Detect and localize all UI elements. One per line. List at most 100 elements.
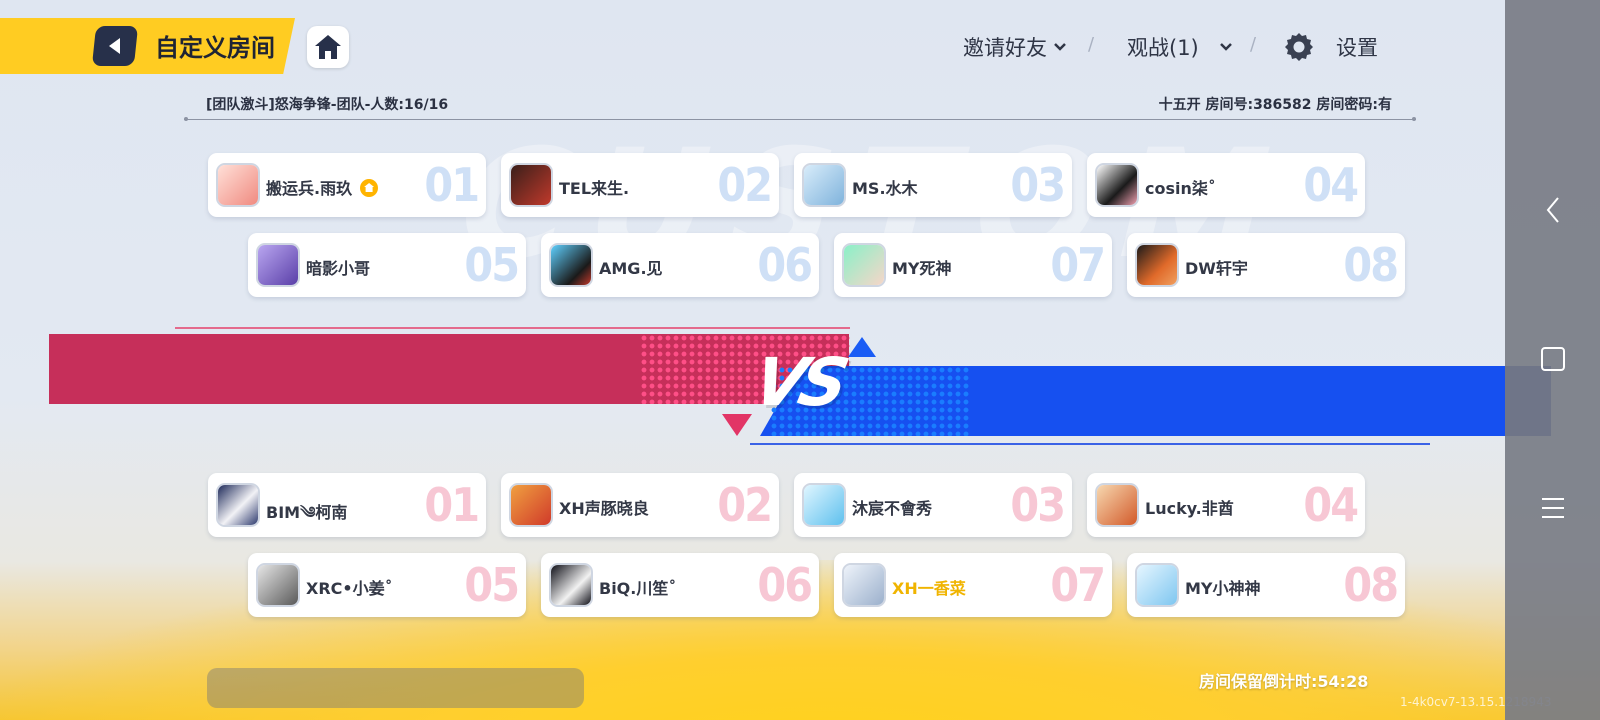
team-a-slot-05[interactable]: 暗影小哥 05 xyxy=(248,233,526,297)
avatar xyxy=(509,163,553,207)
player-name: BiQ.川笙˚ xyxy=(599,579,677,598)
team-a-slot-04[interactable]: cosin柒˚ 04 xyxy=(1087,153,1365,217)
avatar xyxy=(842,243,886,287)
spectate-dropdown[interactable]: 观战(1) xyxy=(1127,32,1233,62)
divider: / xyxy=(1088,34,1095,55)
avatar xyxy=(256,243,300,287)
info-divider xyxy=(184,117,1416,121)
slot-number: 06 xyxy=(757,238,813,292)
chat-input-bar[interactable] xyxy=(207,668,584,708)
player-name: 沐宸不會秀 xyxy=(852,499,933,518)
player-name: MY死神 xyxy=(892,259,952,278)
blue-triangle-icon xyxy=(848,337,876,357)
chevron-left-icon xyxy=(1546,197,1559,223)
menu-icon xyxy=(1541,498,1564,518)
divider: / xyxy=(1250,34,1257,55)
team-a-slot-01[interactable]: 搬运兵.雨玖 01 xyxy=(208,153,486,217)
invite-friends-label: 邀请好友 xyxy=(963,36,1047,60)
slot-number: 04 xyxy=(1303,478,1359,532)
avatar-image xyxy=(804,165,844,205)
system-navigation-bar xyxy=(1505,0,1600,720)
slot-number: 01 xyxy=(424,478,480,532)
slot-number: 02 xyxy=(717,158,773,212)
slot-number: 08 xyxy=(1343,558,1399,612)
team-a-slot-06[interactable]: AMG.见 06 xyxy=(541,233,819,297)
slot-number: 05 xyxy=(464,558,520,612)
avatar-image xyxy=(1137,245,1177,285)
home-icon xyxy=(315,35,341,59)
player-name: XRC•小姜˚ xyxy=(306,579,393,598)
avatar xyxy=(509,483,553,527)
chevron-down-icon xyxy=(1054,43,1066,51)
slot-number: 08 xyxy=(1343,238,1399,292)
red-team-line xyxy=(175,327,850,329)
player-name: BIM༄柯南 xyxy=(266,503,348,522)
player-name: MS.水木 xyxy=(852,179,918,198)
team-b-slot-08[interactable]: MY小神神 08 xyxy=(1127,553,1405,617)
room-countdown: 房间保留倒计时:54:28 xyxy=(1199,672,1369,691)
player-name: XH一香菜 xyxy=(892,579,966,598)
square-icon xyxy=(1540,347,1565,371)
back-button[interactable] xyxy=(91,26,139,66)
system-home-button[interactable] xyxy=(1505,339,1600,379)
team-b-slot-01[interactable]: BIM༄柯南 01 xyxy=(208,473,486,537)
custom-room-screen: CUSTOM 自定义房间 邀请好友 / 观战(1) / 设置 [团队激斗]怒海争… xyxy=(0,0,1600,720)
avatar xyxy=(256,563,300,607)
slot-number: 07 xyxy=(1050,238,1106,292)
system-back-button[interactable] xyxy=(1505,190,1600,230)
avatar xyxy=(842,563,886,607)
home-button[interactable] xyxy=(307,26,349,68)
room-mode-info: [团队激斗]怒海争锋-团队-人数:16/16 xyxy=(206,97,449,113)
system-menu-button[interactable] xyxy=(1505,488,1600,528)
slot-number: 04 xyxy=(1303,158,1359,212)
team-b-slot-07[interactable]: XH一香菜 07 xyxy=(834,553,1112,617)
avatar xyxy=(1095,483,1139,527)
slot-number: 07 xyxy=(1050,558,1106,612)
team-b-slot-06[interactable]: BiQ.川笙˚ 06 xyxy=(541,553,819,617)
player-name: 暗影小哥 xyxy=(306,259,371,278)
avatar-image xyxy=(844,565,884,605)
avatar-image xyxy=(218,165,258,205)
avatar-image xyxy=(258,245,298,285)
slot-number: 06 xyxy=(757,558,813,612)
avatar-image xyxy=(511,165,551,205)
back-arrow-icon xyxy=(109,38,120,54)
team-b-slot-05[interactable]: XRC•小姜˚ 05 xyxy=(248,553,526,617)
settings-button[interactable]: 设置 xyxy=(1336,32,1378,62)
avatar-image xyxy=(551,245,591,285)
gear-icon[interactable] xyxy=(1283,31,1315,63)
blue-team-line xyxy=(750,443,1430,445)
slot-number: 05 xyxy=(464,238,520,292)
team-a-slot-03[interactable]: MS.水木 03 xyxy=(794,153,1072,217)
player-name: DW轩宇 xyxy=(1185,259,1248,278)
slot-number: 03 xyxy=(1010,158,1066,212)
team-b-slot-03[interactable]: 沐宸不會秀 03 xyxy=(794,473,1072,537)
avatar xyxy=(1135,563,1179,607)
team-a-slot-08[interactable]: DW轩宇 08 xyxy=(1127,233,1405,297)
avatar xyxy=(802,163,846,207)
team-b-slot-04[interactable]: Lucky.非酋 04 xyxy=(1087,473,1365,537)
avatar-image xyxy=(844,245,884,285)
room-id-info: 十五开 房间号:386582 房间密码:有 xyxy=(1158,97,1392,113)
avatar-image xyxy=(511,485,551,525)
player-name: 搬运兵.雨玖 xyxy=(266,175,379,199)
team-a-slot-02[interactable]: TEL来生. 02 xyxy=(501,153,779,217)
avatar xyxy=(1135,243,1179,287)
avatar-image xyxy=(1097,485,1137,525)
team-b-slot-02[interactable]: XH声豚晓良 02 xyxy=(501,473,779,537)
invite-friends-dropdown[interactable]: 邀请好友 xyxy=(963,32,1067,62)
player-name: Lucky.非酋 xyxy=(1145,499,1234,518)
vs-label: VS xyxy=(746,344,850,421)
avatar xyxy=(549,243,593,287)
team-a-slot-07[interactable]: MY死神 07 xyxy=(834,233,1112,297)
avatar-image xyxy=(1097,165,1137,205)
player-name: XH声豚晓良 xyxy=(559,499,649,518)
avatar xyxy=(802,483,846,527)
avatar-image xyxy=(551,565,591,605)
page-title: 自定义房间 xyxy=(155,34,275,62)
avatar xyxy=(549,563,593,607)
player-name: cosin柒˚ xyxy=(1145,179,1216,198)
avatar-image xyxy=(804,485,844,525)
avatar xyxy=(1095,163,1139,207)
avatar-image xyxy=(218,485,258,525)
